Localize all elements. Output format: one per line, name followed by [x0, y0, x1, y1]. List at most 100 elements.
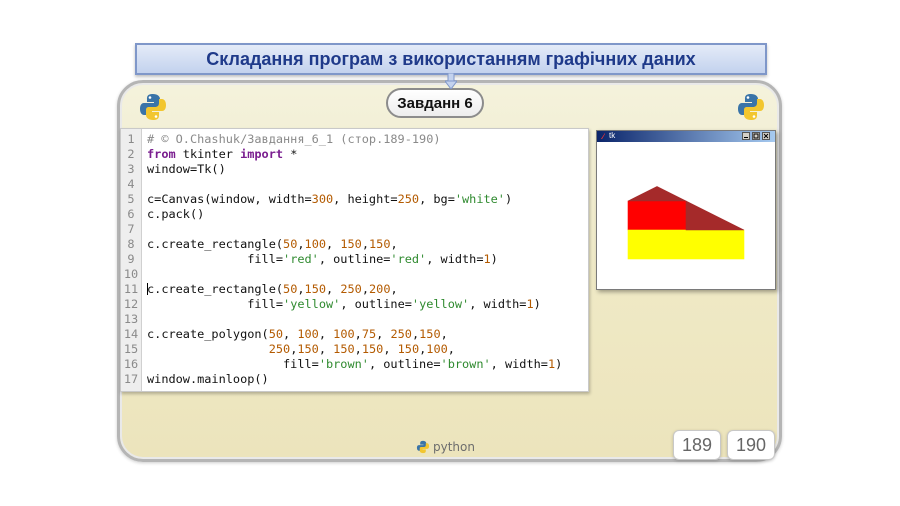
code-line[interactable]: 6 c.pack(): [121, 207, 588, 222]
tk-window: tk: [596, 130, 776, 290]
code-token: 50: [283, 282, 298, 296]
code-token: 100: [333, 327, 355, 341]
code-token: 250: [268, 342, 291, 356]
code-token: ,: [283, 327, 298, 341]
code-token: ): [490, 252, 498, 266]
code-line[interactable]: 8 c.create_rectangle(50,100, 150,150,: [121, 237, 588, 252]
code-token: ,: [361, 282, 369, 296]
task-label-text: Завданн 6: [397, 94, 473, 112]
line-number: 12: [123, 297, 139, 311]
code-token: 150: [340, 237, 362, 251]
code-token: ): [504, 192, 513, 206]
code-text: fill='brown', outline='brown', width=1): [147, 357, 562, 372]
line-number: 11: [123, 282, 139, 296]
code-token: ,: [326, 282, 341, 296]
code-token: 1: [526, 297, 534, 311]
code-token: 'brown': [440, 357, 491, 371]
tk-canvas: [599, 143, 773, 288]
code-token: 250: [390, 327, 412, 341]
code-token: , outline=: [340, 297, 412, 311]
code-line[interactable]: 16 fill='brown', outline='brown', width=…: [121, 357, 588, 372]
code-token: ,: [383, 342, 398, 356]
code-line[interactable]: 10: [121, 267, 588, 282]
code-token: c.pack(): [147, 207, 205, 221]
code-token: 1: [483, 252, 491, 266]
code-token: ,: [447, 342, 455, 356]
code-token: 150: [333, 342, 355, 356]
code-text: fill='yellow', outline='yellow', width=1…: [147, 297, 541, 312]
title-banner: Складання програм з використанням графіч…: [135, 43, 767, 75]
code-text: c.create_rectangle(50,100, 150,150,: [147, 237, 398, 252]
code-line[interactable]: 13: [121, 312, 588, 327]
python-label: python: [433, 440, 475, 454]
red-rectangle-shape: [627, 200, 687, 231]
code-text: # © O.Chashuk/Завдання_6_1 (стор.189-190…: [147, 132, 441, 147]
line-number: 17: [123, 372, 139, 386]
code-line[interactable]: 17 window.mainloop(): [121, 372, 588, 387]
code-token: import: [240, 147, 284, 161]
code-token: 150: [419, 327, 441, 341]
code-line[interactable]: 2 from tkinter import *: [121, 147, 588, 162]
page-number-left: 189: [673, 430, 721, 460]
code-text: 250,150, 150,150, 150,100,: [147, 342, 455, 357]
minimize-icon: [744, 137, 748, 138]
tk-window-title: tk: [609, 131, 616, 140]
code-token: ,: [318, 327, 334, 341]
arrow-down-icon: [445, 73, 457, 89]
code-token: 'yellow': [411, 297, 470, 311]
code-line[interactable]: 9 fill='red', outline='red', width=1): [121, 252, 588, 267]
code-token: c.create_polygon(: [147, 327, 269, 341]
code-token: ,: [361, 237, 369, 251]
maximize-icon: [753, 133, 759, 139]
code-text: fill='red', outline='red', width=1): [147, 252, 498, 267]
code-line[interactable]: 15 250,150, 150,150, 150,100,: [121, 342, 588, 357]
close-icon: [763, 133, 769, 139]
tk-feather-icon: [601, 133, 605, 139]
code-token: # © O.Chashuk/Завдання_6_1 (стор.189-190…: [147, 132, 441, 146]
line-number: 15: [123, 342, 139, 356]
code-line[interactable]: 7: [121, 222, 588, 237]
code-editor[interactable]: 1 # © O.Chashuk/Завдання_6_1 (стор.189-19…: [120, 128, 589, 392]
code-token: 300: [311, 192, 334, 206]
line-number: 3: [127, 162, 135, 176]
code-token: fill=: [147, 357, 319, 371]
code-token: tkinter: [175, 147, 241, 161]
code-line[interactable]: 11 c.create_rectangle(50,150, 250,200,: [121, 282, 588, 297]
code-token: 150: [304, 282, 327, 296]
code-line[interactable]: 4: [121, 177, 588, 192]
code-token: 250: [397, 192, 420, 206]
code-line[interactable]: 3 window=Tk(): [121, 162, 588, 177]
code-token: , height=: [333, 192, 398, 206]
python-small-logo-icon: [416, 440, 430, 454]
line-number: 13: [123, 312, 139, 326]
code-token: 'red': [283, 252, 319, 266]
yellow-rectangle-shape: [627, 229, 745, 260]
line-number: 14: [123, 327, 139, 341]
python-logo-icon: [738, 94, 764, 120]
code-token: 100: [304, 237, 327, 251]
code-token: , width=: [426, 252, 484, 266]
close-button[interactable]: [762, 132, 770, 140]
code-line[interactable]: 14 c.create_polygon(50, 100, 100,75, 250,…: [121, 327, 588, 342]
code-line[interactable]: 1 # © O.Chashuk/Завдання_6_1 (стор.189-19…: [121, 132, 588, 147]
python-logo-icon: [140, 94, 166, 120]
maximize-button[interactable]: [752, 132, 760, 140]
code-token: , width=: [490, 357, 548, 371]
code-token: ,: [318, 342, 334, 356]
code-token: , outline=: [368, 357, 441, 371]
code-text: from tkinter import *: [147, 147, 297, 162]
code-token: , width=: [469, 297, 527, 311]
code-text: c.pack(): [147, 207, 204, 222]
minimize-button[interactable]: [742, 132, 750, 140]
code-token: 100: [297, 327, 319, 341]
code-token: ,: [390, 282, 398, 296]
code-token: ,: [376, 327, 391, 341]
code-token: ,: [326, 237, 341, 251]
code-token: ,: [297, 282, 305, 296]
code-line[interactable]: 5 c=Canvas(window, width=300, height=250,…: [121, 192, 588, 207]
line-number: 5: [127, 192, 135, 206]
code-token: 250: [340, 282, 362, 296]
code-token: fill=: [147, 252, 284, 266]
code-line[interactable]: 12 fill='yellow', outline='yellow', widt…: [121, 297, 588, 312]
